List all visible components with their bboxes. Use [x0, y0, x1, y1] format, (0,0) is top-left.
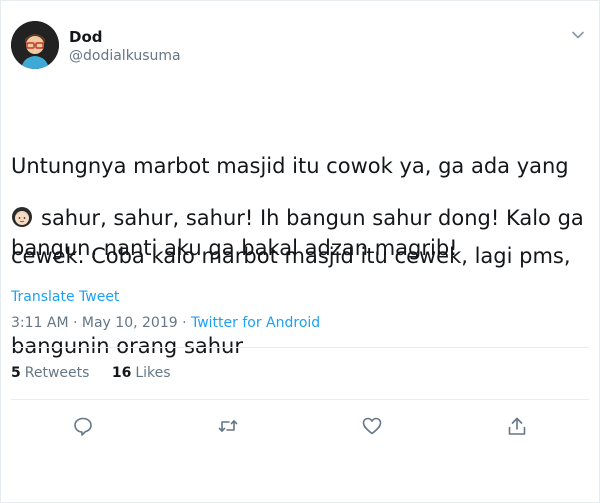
retweets-stat[interactable]: 5 Retweets	[11, 365, 89, 381]
action-bar	[1, 409, 600, 443]
likes-label: Likes	[135, 365, 171, 381]
tweet-card: Dod @dodialkusuma Untungnya marbot masji…	[0, 0, 600, 503]
share-icon[interactable]	[506, 415, 528, 437]
translate-tweet-link[interactable]: Translate Tweet	[11, 289, 119, 305]
tweet-metadata: 3:11 AM · May 10, 2019 · Twitter for And…	[11, 315, 320, 331]
tweet-stats: 5 Retweets 16 Likes	[11, 365, 189, 381]
retweet-icon[interactable]	[217, 415, 239, 437]
divider	[11, 347, 589, 348]
avatar-image	[11, 21, 59, 69]
source-link[interactable]: Twitter for Android	[191, 315, 320, 331]
retweets-label: Retweets	[24, 365, 90, 381]
tweet-text-line: Untungnya marbot masjid itu cowok ya, ga…	[11, 154, 569, 178]
retweets-count: 5	[11, 365, 21, 381]
likes-stat[interactable]: 16 Likes	[112, 365, 171, 381]
tweet-text-paragraph-2: sahur, sahur, sahur! Ih bangun sahur don…	[11, 203, 586, 263]
user-handle[interactable]: @dodialkusuma	[69, 48, 181, 64]
chevron-down-icon[interactable]	[571, 27, 585, 41]
tweet-text-line: sahur, sahur, sahur! Ih bangun sahur don…	[11, 203, 586, 233]
woman-emoji-icon	[11, 206, 33, 228]
tweet-text-segment: sahur, sahur, sahur! Ih bangun sahur don…	[41, 206, 584, 230]
display-name[interactable]: Dod	[69, 28, 103, 46]
timestamp[interactable]: 3:11 AM · May 10, 2019 ·	[11, 315, 191, 331]
reply-icon[interactable]	[72, 415, 94, 437]
avatar[interactable]	[11, 21, 59, 69]
heart-icon[interactable]	[361, 415, 383, 437]
divider	[11, 399, 589, 400]
tweet-text-line: bangunin orang sahur	[11, 334, 244, 358]
tweet-text-line: bangun, nanti aku ga bakal adzan magrib!	[11, 236, 458, 260]
likes-count: 16	[111, 365, 132, 381]
